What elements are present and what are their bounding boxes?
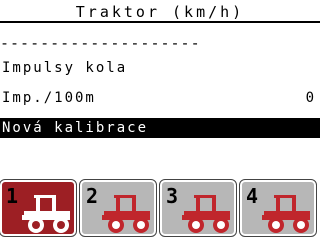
new-calibration-label: Nová kalibrace bbox=[2, 120, 149, 136]
new-calibration-item[interactable]: Nová kalibrace bbox=[0, 118, 320, 138]
tractor-4-button[interactable]: 4 bbox=[239, 179, 317, 237]
wheel-impulses-row[interactable]: Impulsy kola bbox=[0, 58, 320, 78]
tractor-icon bbox=[262, 195, 310, 233]
impulses-per-100m-row[interactable]: Imp./100m 0 bbox=[0, 88, 320, 108]
tractor-icon bbox=[102, 195, 150, 233]
title-divider bbox=[0, 21, 320, 23]
dashed-separator: -------------------- bbox=[0, 34, 201, 52]
page-title: Traktor (km/h) bbox=[75, 3, 245, 21]
tractor-2-button[interactable]: 2 bbox=[79, 179, 157, 237]
tractor-1-button[interactable]: 1 bbox=[0, 179, 77, 237]
tractor-icon bbox=[182, 195, 230, 233]
impulses-per-100m-value: 0 bbox=[305, 90, 316, 106]
tractor-selector: 1 2 3 4 bbox=[0, 179, 320, 240]
tractor-icon bbox=[22, 195, 70, 233]
tractor-3-button[interactable]: 3 bbox=[159, 179, 237, 237]
impulses-per-100m-label: Imp./100m bbox=[2, 90, 96, 106]
wheel-impulses-label: Impulsy kola bbox=[2, 60, 128, 76]
